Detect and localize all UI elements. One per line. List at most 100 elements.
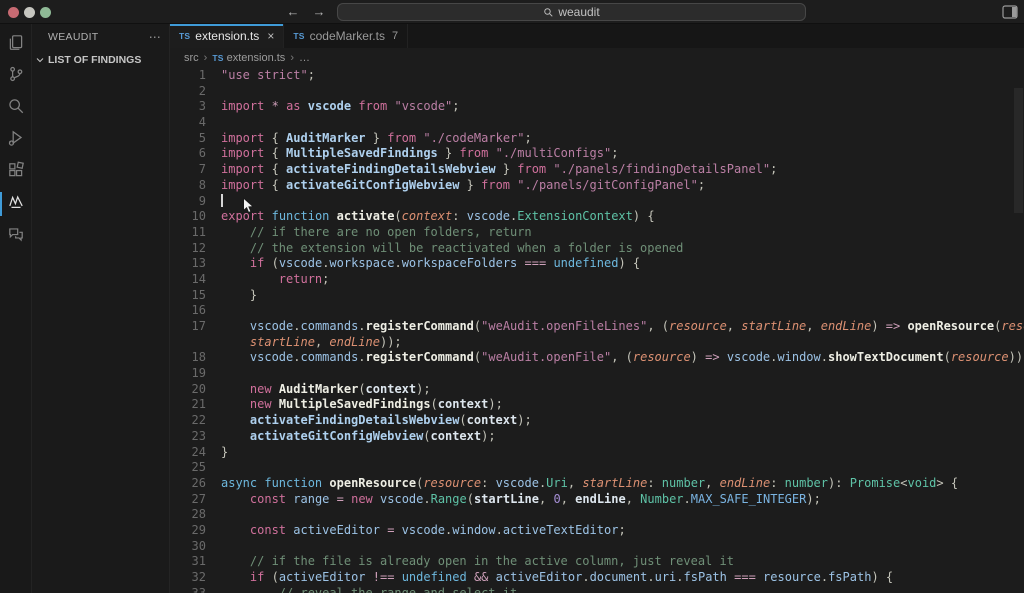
code-line[interactable]: 24} (170, 445, 1024, 461)
code-line[interactable]: 28 (170, 507, 1024, 523)
line-number: 17 (191, 319, 206, 333)
line-content: import { activateGitConfigWebview } from… (221, 177, 706, 192)
weaudit-icon (7, 193, 25, 216)
mouse-pointer-icon (243, 197, 255, 214)
activity-item-run-and-debug[interactable] (0, 124, 32, 156)
sidebar-section-list-of-findings[interactable]: LIST OF FINDINGS (32, 50, 169, 70)
code-line[interactable]: 11 // if there are no open folders, retu… (170, 225, 1024, 241)
code-editor[interactable]: 1 "use strict"; 2 3 import * as vscode from … (170, 68, 1024, 593)
tab-label: extension.ts (195, 29, 260, 43)
line-number: 22 (191, 413, 206, 428)
code-line[interactable]: 4 (170, 115, 1024, 131)
line-number: 24 (191, 444, 206, 459)
more-actions-button[interactable]: ⋯ (149, 30, 161, 44)
code-line[interactable]: 2 (170, 84, 1024, 100)
line-content (221, 303, 1024, 319)
line-content (221, 539, 1024, 555)
code-line[interactable]: 31 // if the file is already open in the… (170, 554, 1024, 570)
breadcrumb-item[interactable]: TS extension.ts (212, 52, 285, 64)
activity-item-source-control[interactable] (0, 60, 32, 92)
layout-panel-icon[interactable] (1002, 5, 1018, 19)
vertical-scrollbar[interactable] (1014, 88, 1023, 213)
line-content: // reveal the range and select it (221, 585, 518, 593)
code-line[interactable]: 13 if (vscode.workspace.workspaceFolders… (170, 256, 1024, 272)
code-line[interactable]: 6 import { MultipleSavedFindings } from "… (170, 146, 1024, 162)
code-line[interactable]: 26 async function openResource(resource: … (170, 476, 1024, 492)
breadcrumb-separator: › (290, 52, 294, 64)
code-line[interactable]: 22 activateFindingDetailsWebview(context… (170, 413, 1024, 429)
activity-item-explorer[interactable] (0, 28, 32, 60)
code-line[interactable]: 25 (170, 460, 1024, 476)
activity-item-weaudit[interactable] (0, 188, 32, 220)
activity-item-extensions[interactable] (0, 156, 32, 188)
code-line[interactable]: 5 import { AuditMarker } from "./codeMark… (170, 131, 1024, 147)
breadcrumb[interactable]: src › TS extension.ts ›… (170, 48, 1024, 68)
line-number: 32 (191, 570, 206, 584)
line-number: 18 (191, 350, 206, 365)
line-number: 15 (191, 287, 206, 302)
line-content: new AuditMarker(context); (249, 381, 431, 396)
code-line[interactable]: 8 import { activateGitConfigWebview } fro… (170, 178, 1024, 194)
line-number: 20 (191, 381, 206, 396)
text-cursor (221, 193, 223, 207)
line-content: } (249, 287, 258, 302)
code-line[interactable]: 30 (170, 539, 1024, 555)
code-line[interactable]: 3 import * as vscode from "vscode"; (170, 99, 1024, 115)
line-number: 8 (198, 177, 206, 192)
code-line[interactable]: 18 vscode.commands.registerCommand("weAu… (170, 350, 1024, 366)
code-line[interactable]: 33 // reveal the range and select it (170, 586, 1024, 593)
breadcrumb-item[interactable]: … (299, 52, 310, 64)
code-line[interactable]: 32 if (activeEditor !== undefined && act… (170, 570, 1024, 586)
code-line[interactable]: 21 new MultipleSavedFindings(context); (170, 397, 1024, 413)
line-number: 4 (198, 115, 206, 130)
command-center-search[interactable]: weaudit (337, 3, 806, 21)
code-line[interactable]: 19 (170, 366, 1024, 382)
line-content: activateGitConfigWebview(context); (249, 428, 496, 443)
close-window-button[interactable] (8, 7, 19, 18)
code-line[interactable]: 14 return; (170, 272, 1024, 288)
line-number: 12 (191, 240, 206, 255)
nav-forward-button[interactable]: → (309, 3, 329, 21)
files-icon (7, 33, 25, 56)
line-content: export function activate(context: vscode… (221, 209, 655, 224)
zoom-window-button[interactable] (40, 7, 51, 18)
code-content: 1 "use strict"; 2 3 import * as vscode from … (170, 68, 1024, 593)
breadcrumb-item[interactable]: src (184, 52, 199, 64)
extensions-icon (7, 160, 25, 184)
search-icon (7, 97, 25, 120)
nav-back-button[interactable]: ← (283, 3, 303, 21)
search-icon (544, 7, 553, 17)
comments-icon (7, 225, 25, 248)
tab-problems-badge: 7 (391, 30, 399, 42)
code-line[interactable]: 17 vscode.commands.registerCommand("weAu… (170, 319, 1024, 335)
code-line[interactable]: startLine, endLine)); (170, 335, 1024, 351)
sidebar-title: WEAUDIT (48, 31, 99, 43)
code-line[interactable]: 16 (170, 303, 1024, 319)
tab-codemarker-ts[interactable]: TS codeMarker.ts 7 (284, 24, 409, 48)
line-number: 11 (191, 224, 206, 239)
code-line[interactable]: 7 import { activateFindingDetailsWebview … (170, 162, 1024, 178)
code-line[interactable]: 20 new AuditMarker(context); (170, 382, 1024, 398)
line-content: vscode.commands.registerCommand("weAudit… (249, 319, 1024, 333)
code-line[interactable]: 12 // the extension will be reactivated … (170, 241, 1024, 257)
code-line[interactable]: 27 const range = new vscode.Range(startL… (170, 492, 1024, 508)
code-line[interactable]: 1 "use strict"; (170, 68, 1024, 84)
tab-extension-ts[interactable]: TS extension.ts × (170, 24, 285, 48)
close-tab-icon[interactable]: × (267, 29, 274, 43)
line-number: 29 (191, 522, 206, 537)
minimize-window-button[interactable] (24, 7, 35, 18)
code-line[interactable]: 9 (170, 193, 1024, 210)
code-line[interactable]: 29 const activeEditor = vscode.window.ac… (170, 523, 1024, 539)
code-line[interactable]: 15 } (170, 288, 1024, 304)
line-number: 31 (191, 554, 206, 569)
code-line[interactable]: 23 activateGitConfigWebview(context); (170, 429, 1024, 445)
main-area: WEAUDIT ⋯ LIST OF FINDINGS TS extension.t… (0, 24, 1024, 593)
code-line[interactable]: 10 export function activate(context: vsco… (170, 209, 1024, 225)
activity-item-comments[interactable] (0, 220, 32, 252)
line-content (221, 460, 1024, 476)
line-number: 25 (191, 460, 206, 475)
line-number (170, 335, 206, 351)
activity-item-search[interactable] (0, 92, 32, 124)
line-number: 1 (198, 68, 206, 82)
line-number: 33 (191, 585, 206, 593)
